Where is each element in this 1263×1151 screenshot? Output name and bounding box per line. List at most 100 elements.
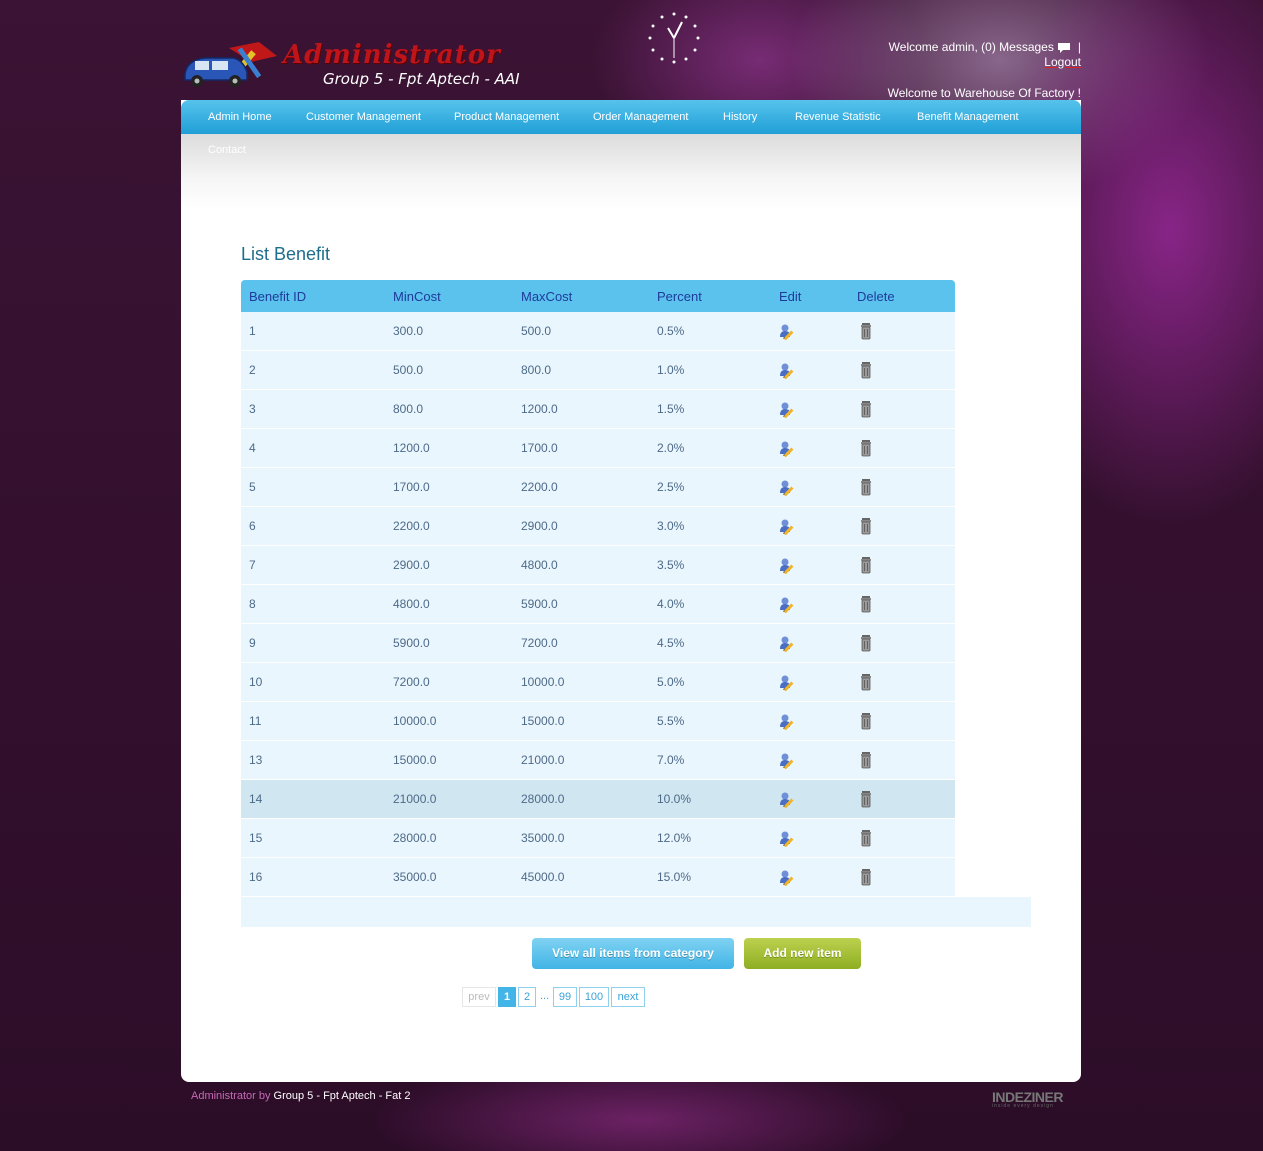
edit-icon[interactable] xyxy=(779,556,797,575)
page-title: List Benefit xyxy=(241,244,331,264)
table-row[interactable]: 7 2900.0 4800.0 3.5% xyxy=(241,545,955,585)
benefit-table-wrapper: Benefit ID MinCost MaxCost Percent Edit … xyxy=(241,280,1031,927)
cell-benefit-id: 5 xyxy=(241,467,385,507)
logo-title: Administrator xyxy=(283,40,501,70)
cell-delete xyxy=(849,701,955,741)
trash-can-icon[interactable] xyxy=(857,478,875,496)
edit-icon[interactable] xyxy=(779,712,797,731)
cell-delete xyxy=(849,467,955,507)
cell-min-cost: 2200.0 xyxy=(385,506,513,546)
edit-icon[interactable] xyxy=(779,478,797,497)
cell-delete xyxy=(849,818,955,858)
pager-page-2[interactable]: 2 xyxy=(518,987,536,1007)
cell-benefit-id: 8 xyxy=(241,584,385,624)
table-row[interactable]: 14 21000.0 28000.0 10.0% xyxy=(241,779,955,819)
cell-edit xyxy=(771,350,849,390)
pager-page-99[interactable]: 99 xyxy=(553,987,577,1007)
add-new-item-button[interactable]: Add new item xyxy=(744,938,861,969)
trash-can-icon[interactable] xyxy=(857,634,875,652)
table-row[interactable]: 2 500.0 800.0 1.0% xyxy=(241,350,955,390)
cell-edit xyxy=(771,389,849,429)
edit-icon[interactable] xyxy=(779,595,797,614)
cell-max-cost: 2200.0 xyxy=(513,467,649,507)
cell-percent: 7.0% xyxy=(649,740,771,780)
trash-can-icon[interactable] xyxy=(857,517,875,535)
footer-brand-logo[interactable]: INDEZINER inside every design xyxy=(992,1089,1063,1109)
trash-can-icon[interactable] xyxy=(857,673,875,691)
nav-second-row: Contact xyxy=(181,134,1081,210)
nav-item-customer-management[interactable]: Customer Management xyxy=(306,111,421,123)
nav-item-product-management[interactable]: Product Management xyxy=(454,111,559,123)
edit-icon[interactable] xyxy=(779,361,797,380)
nav-item-revenue-statistic[interactable]: Revenue Statistic xyxy=(795,111,881,123)
trash-can-icon[interactable] xyxy=(857,400,875,418)
nav-item-admin-home[interactable]: Admin Home xyxy=(208,111,272,123)
edit-icon[interactable] xyxy=(779,868,797,887)
table-row[interactable]: 6 2200.0 2900.0 3.0% xyxy=(241,506,955,546)
table-row[interactable]: 9 5900.0 7200.0 4.5% xyxy=(241,623,955,663)
nav-item-history[interactable]: History xyxy=(723,111,757,123)
edit-icon[interactable] xyxy=(779,673,797,692)
cell-min-cost: 800.0 xyxy=(385,389,513,429)
pager-next[interactable]: next xyxy=(611,987,645,1007)
cell-edit xyxy=(771,545,849,585)
column-header-min-cost[interactable]: MinCost xyxy=(385,280,513,312)
trash-can-icon[interactable] xyxy=(857,712,875,730)
edit-icon[interactable] xyxy=(779,517,797,536)
edit-icon[interactable] xyxy=(779,829,797,848)
cell-benefit-id: 10 xyxy=(241,662,385,702)
edit-icon[interactable] xyxy=(779,751,797,770)
trash-can-icon[interactable] xyxy=(857,439,875,457)
edit-icon[interactable] xyxy=(779,439,797,458)
messages-link[interactable]: (0) Messages xyxy=(981,40,1054,54)
edit-icon[interactable] xyxy=(779,634,797,653)
cell-edit xyxy=(771,467,849,507)
nav-item-order-management[interactable]: Order Management xyxy=(593,111,688,123)
edit-icon[interactable] xyxy=(779,400,797,419)
edit-icon[interactable] xyxy=(779,322,797,341)
view-all-items-button[interactable]: View all items from category xyxy=(532,938,734,969)
cell-delete xyxy=(849,623,955,663)
trash-can-icon[interactable] xyxy=(857,361,875,379)
table-row[interactable]: 8 4800.0 5900.0 4.0% xyxy=(241,584,955,624)
cell-max-cost: 15000.0 xyxy=(513,701,649,741)
content-card: Admin Home Customer Management Product M… xyxy=(181,100,1081,1082)
nav-item-contact[interactable]: Contact xyxy=(208,144,246,156)
pager-page-100[interactable]: 100 xyxy=(579,987,609,1007)
cell-benefit-id: 2 xyxy=(241,350,385,390)
site-logo[interactable]: Administrator Group 5 - Fpt Aptech - AAI xyxy=(181,30,521,92)
cell-min-cost: 1700.0 xyxy=(385,467,513,507)
trash-can-icon[interactable] xyxy=(857,322,875,340)
trash-can-icon[interactable] xyxy=(857,829,875,847)
pager-prev: prev xyxy=(462,987,496,1007)
pager-page-1[interactable]: 1 xyxy=(498,987,516,1007)
trash-can-icon[interactable] xyxy=(857,556,875,574)
column-header-benefit-id[interactable]: Benefit ID xyxy=(241,280,385,312)
table-row[interactable]: 1 300.0 500.0 0.5% xyxy=(241,312,955,351)
table-row[interactable]: 15 28000.0 35000.0 12.0% xyxy=(241,818,955,858)
column-header-percent[interactable]: Percent xyxy=(649,280,771,312)
nav-item-benefit-management[interactable]: Benefit Management xyxy=(917,111,1019,123)
trash-can-icon[interactable] xyxy=(857,868,875,886)
cell-max-cost: 21000.0 xyxy=(513,740,649,780)
table-row[interactable]: 11 10000.0 15000.0 5.5% xyxy=(241,701,955,741)
user-bar-separator: | xyxy=(1077,40,1081,54)
table-row[interactable]: 16 35000.0 45000.0 15.0% xyxy=(241,857,955,897)
cell-percent: 2.5% xyxy=(649,467,771,507)
car-logo-icon xyxy=(184,42,277,87)
cell-min-cost: 21000.0 xyxy=(385,779,513,819)
trash-can-icon[interactable] xyxy=(857,751,875,769)
column-header-max-cost[interactable]: MaxCost xyxy=(513,280,649,312)
cell-edit xyxy=(771,312,849,351)
speech-bubble-icon[interactable] xyxy=(1057,42,1071,54)
cell-max-cost: 45000.0 xyxy=(513,857,649,897)
logout-link[interactable]: Logout xyxy=(1044,55,1081,69)
table-row[interactable]: 10 7200.0 10000.0 5.0% xyxy=(241,662,955,702)
table-row[interactable]: 5 1700.0 2200.0 2.5% xyxy=(241,467,955,507)
trash-can-icon[interactable] xyxy=(857,790,875,808)
table-row[interactable]: 13 15000.0 21000.0 7.0% xyxy=(241,740,955,780)
trash-can-icon[interactable] xyxy=(857,595,875,613)
table-row[interactable]: 3 800.0 1200.0 1.5% xyxy=(241,389,955,429)
edit-icon[interactable] xyxy=(779,790,797,809)
table-row[interactable]: 4 1200.0 1700.0 2.0% xyxy=(241,428,955,468)
